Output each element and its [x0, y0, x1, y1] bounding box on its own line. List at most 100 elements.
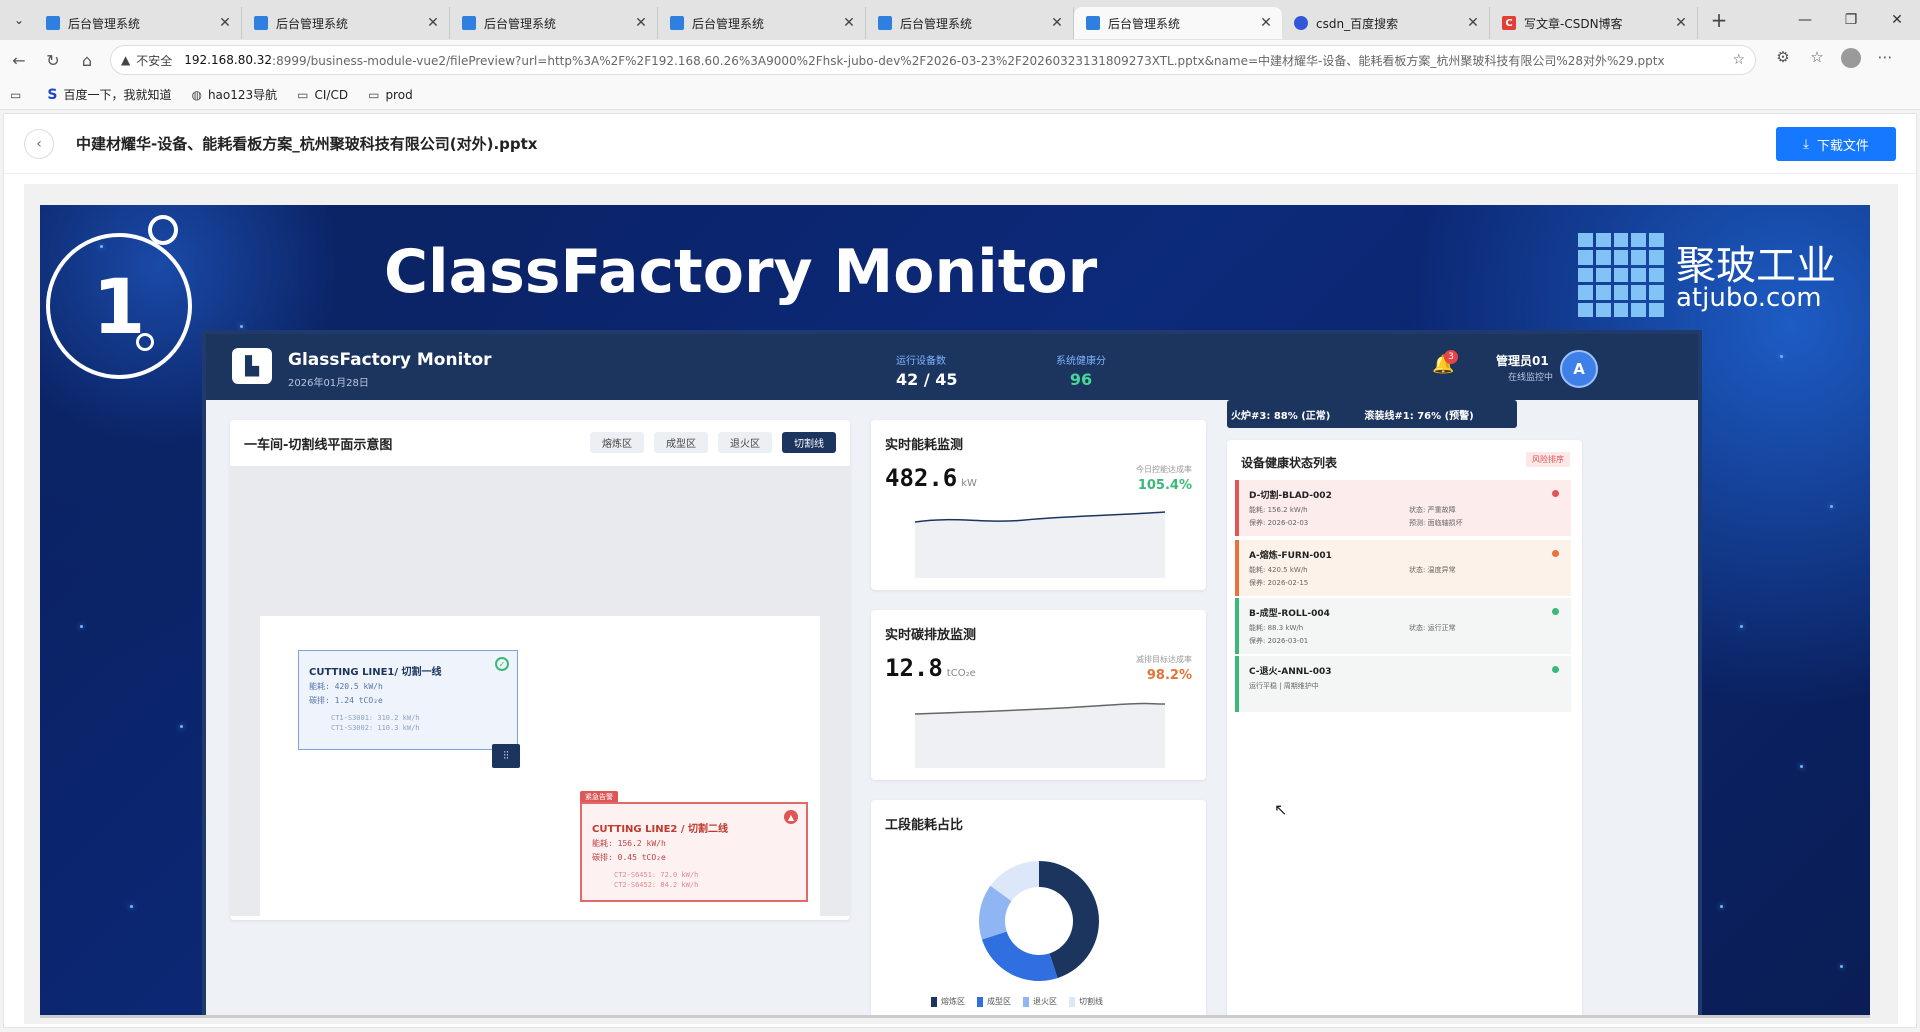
window-controls: — ❐ ✕: [1782, 0, 1920, 40]
tab-title: 后台管理系统: [900, 16, 973, 31]
document-icon: [1086, 16, 1100, 30]
bookmark-prod[interactable]: ▭ prod: [368, 88, 413, 102]
floor-plan: ✓ CUTTING LINE1/ 切割一线 能耗: 420.5 kW/h 碳排:…: [230, 466, 850, 920]
notification-count: 3: [1444, 350, 1458, 364]
star-decoration: [80, 625, 83, 628]
tab-title: 后台管理系统: [68, 16, 141, 31]
document-icon: [670, 16, 684, 30]
line-energy: 能耗: 156.2 kW/h: [592, 839, 666, 848]
globe-icon: ◍: [191, 87, 202, 102]
carbon-number: 12.8: [885, 654, 943, 682]
cutting-line-1: ✓ CUTTING LINE1/ 切割一线 能耗: 420.5 kW/h 碳排:…: [298, 650, 518, 750]
browser-tab[interactable]: C 写文章-CSDN博客 ✕: [1490, 7, 1698, 39]
legend-label: 退火区: [1033, 997, 1057, 1006]
card-title: 实时能耗监测: [885, 438, 964, 453]
chevron-left-icon: ‹: [36, 135, 42, 152]
device-maint: 保养: 2026-03-01: [1249, 637, 1309, 645]
zone-tab: 熔炼区: [590, 432, 644, 453]
device-name: C-退火-ANNL-003: [1249, 667, 1332, 677]
status-dot: [1552, 550, 1559, 557]
browser-tab[interactable]: 后台管理系统 ✕: [450, 7, 658, 39]
profile-icon[interactable]: [1834, 48, 1868, 72]
card-title: 一车间-切割线平面示意图: [244, 438, 393, 453]
tab-list-menu-icon[interactable]: ⌄: [4, 5, 34, 35]
browser-tab[interactable]: 后台管理系统 ✕: [658, 7, 866, 39]
browser-tab[interactable]: 后台管理系统 ✕: [866, 7, 1074, 39]
device-maint: 保养: 2026-02-15: [1249, 579, 1309, 587]
favorite-star-icon[interactable]: ☆: [1732, 52, 1745, 68]
energy-card: 实时能耗监测 482.6 kW 今日控能达成率 105.4%: [871, 420, 1206, 590]
reading-list-icon[interactable]: ▭: [10, 88, 27, 102]
back-button[interactable]: ‹: [24, 128, 54, 159]
logo-en-text: atjubo.com: [1676, 283, 1822, 313]
close-tab-icon[interactable]: ✕: [1673, 15, 1689, 31]
alert-ticker: 火炉#3: 88% (正常) 滚装线#1: 76% (预警): [1227, 400, 1517, 428]
browser-tab[interactable]: 后台管理系统 ✕: [34, 7, 242, 39]
bookmark-baidu[interactable]: S 百度一下，我就知道: [47, 86, 171, 103]
star-decoration: [1800, 765, 1803, 768]
floor-plan-card: 一车间-切割线平面示意图 熔炼区 成型区 退火区 切割线 ✓ CUTTING L…: [230, 420, 850, 920]
back-icon[interactable]: ←: [4, 45, 34, 75]
rate-value: 98.2%: [1146, 668, 1192, 683]
close-window-icon[interactable]: ✕: [1874, 0, 1920, 40]
document-icon: [254, 16, 268, 30]
new-tab-button[interactable]: +: [1704, 8, 1734, 32]
dashboard-name: GlassFactory Monitor: [288, 350, 492, 370]
rate-label: 减排目标达成率: [1136, 655, 1192, 664]
line-sub: CT2-S6451: 72.0 kW/h: [614, 871, 699, 879]
horizontal-scrollbar[interactable]: [40, 1015, 1870, 1018]
url-bar[interactable]: ▲ 不安全 192.168.80.32 :8999/business-modul…: [110, 45, 1756, 75]
zone-tab: 成型区: [654, 432, 708, 453]
carbon-sparkline: [915, 702, 1165, 768]
device-status: 状态: 运行正常: [1409, 624, 1456, 632]
zone-tab-active: 切割线: [782, 432, 836, 453]
tab-title: 后台管理系统: [276, 16, 349, 31]
close-tab-icon[interactable]: ✕: [1465, 15, 1481, 31]
energy-share-donut: [979, 861, 1099, 981]
browser-tab[interactable]: csdn_百度搜索 ✕: [1282, 7, 1490, 39]
energy-number: 482.6: [885, 464, 958, 492]
close-tab-icon[interactable]: ✕: [1258, 15, 1274, 31]
tab-title: csdn_百度搜索: [1316, 16, 1399, 31]
home-icon[interactable]: ⌂: [72, 45, 102, 75]
kpi-running: 运行设备数 42 / 45: [896, 352, 958, 389]
close-tab-icon[interactable]: ✕: [633, 15, 649, 31]
line-sub: CT2-S6452: 84.2 kW/h: [614, 881, 699, 889]
tab-title: 后台管理系统: [1108, 16, 1181, 31]
download-label: 下载文件: [1816, 138, 1869, 154]
dashboard-mockup: ▙ GlassFactory Monitor 2026年01月28日 运行设备数…: [202, 330, 1702, 1015]
download-button[interactable]: ⤓ 下载文件: [1776, 127, 1896, 161]
reload-icon[interactable]: ↻: [38, 45, 68, 75]
restore-icon[interactable]: ❐: [1828, 0, 1874, 40]
close-tab-icon[interactable]: ✕: [1049, 15, 1065, 31]
bookmark-cicd[interactable]: ▭ CI/CD: [297, 88, 348, 102]
device-status: 状态: 温度异常: [1409, 566, 1456, 574]
close-tab-icon[interactable]: ✕: [841, 15, 857, 31]
legend-swatch: [1069, 996, 1075, 1007]
more-menu-icon[interactable]: ⋯: [1868, 48, 1902, 72]
health-item: B-成型-ROLL-004 能耗: 88.3 kW/h 状态: 运行正常 保养: 20…: [1235, 598, 1571, 654]
address-toolbar: ← ↻ ⌂ ▲ 不安全 192.168.80.32 :8999/business…: [0, 40, 1920, 80]
device-energy: 能耗: 156.2 kW/h: [1249, 506, 1308, 514]
rate-label: 今日控能达成率: [1136, 465, 1192, 474]
extensions-icon[interactable]: ⚙: [1766, 48, 1800, 72]
tab-title: 后台管理系统: [484, 16, 557, 31]
browser-tab[interactable]: 后台管理系统 ✕: [242, 7, 450, 39]
bookmark-hao123[interactable]: ◍ hao123导航: [191, 86, 277, 103]
energy-unit: kW: [961, 478, 977, 489]
device-maint: 保养: 2026-02-03: [1249, 519, 1309, 527]
minimize-icon[interactable]: —: [1782, 0, 1828, 40]
close-tab-icon[interactable]: ✕: [425, 15, 441, 31]
browser-tools: ⚙ ☆ ⋯: [1766, 48, 1902, 72]
alert-icon: ▲: [784, 810, 798, 824]
kpi-label: 运行设备数: [896, 356, 946, 367]
card-title: 实时碳排放监测: [885, 628, 977, 643]
line-sub: CT1-S3002: 110.3 kW/h: [331, 724, 420, 732]
health-item: A-熔炼-FURN-001 能耗: 420.5 kW/h 状态: 温度异常 保养: 2…: [1235, 540, 1571, 596]
status-dot: [1552, 608, 1559, 615]
browser-tab[interactable]: 后台管理系统 ✕: [1074, 7, 1282, 39]
close-tab-icon[interactable]: ✕: [217, 15, 233, 31]
device-energy: 能耗: 420.5 kW/h: [1249, 566, 1308, 574]
favorites-icon[interactable]: ☆: [1800, 48, 1834, 72]
star-decoration: [1840, 965, 1843, 968]
